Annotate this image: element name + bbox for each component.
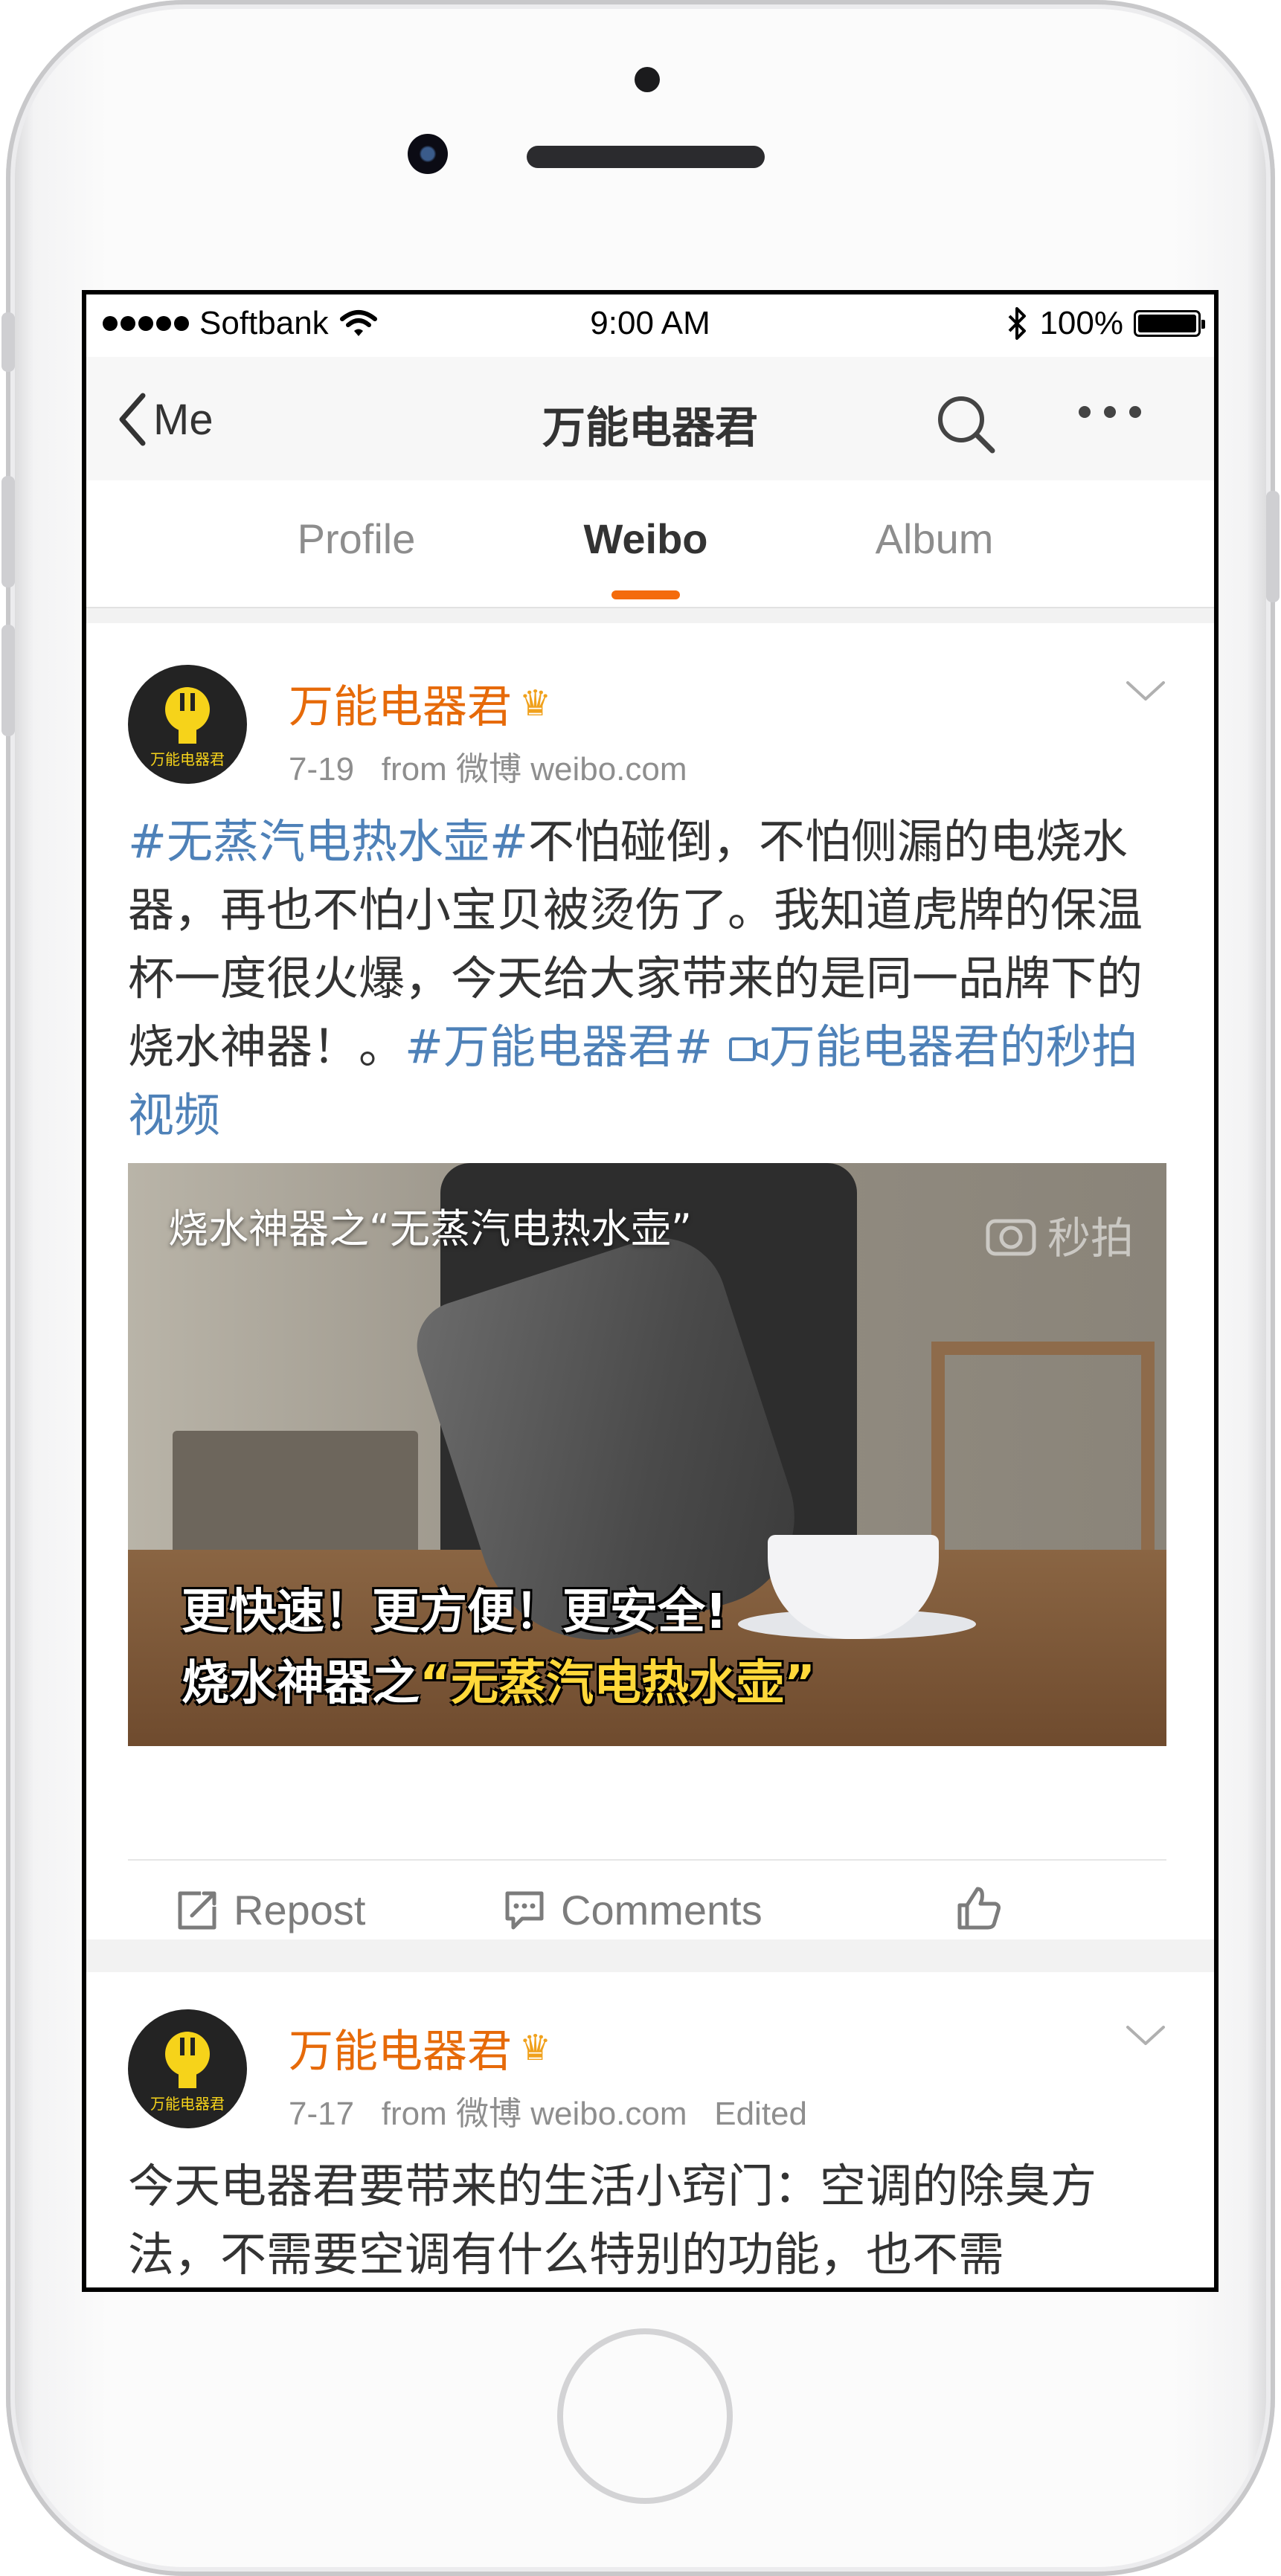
post-author[interactable]: 万能电器君 ♛ — [289, 2015, 551, 2080]
profile-tabs: Profile Weibo Album — [86, 480, 1214, 608]
feed-post[interactable]: 万能电器君 万能电器君 ♛ 7-17 from 微博 weibo.com Edi… — [86, 1972, 1214, 2287]
comments-button[interactable]: Comments — [503, 1886, 762, 1934]
post-edited: Edited — [714, 2096, 807, 2132]
post-meta: 7-19 from 微博 weibo.com — [289, 742, 687, 790]
front-camera — [408, 134, 448, 174]
navigation-bar: Me 万能电器君 — [86, 357, 1214, 482]
post-source: from 微博 weibo.com — [381, 2096, 687, 2132]
feed-post[interactable]: 万能电器君 万能电器君 ♛ 7-19 from 微博 weibo.com #无蒸… — [86, 623, 1214, 1939]
battery-percent: 100% — [1039, 305, 1123, 341]
avatar[interactable]: 万能电器君 — [128, 2009, 247, 2128]
post-meta: 7-17 from 微博 weibo.com Edited — [289, 2087, 807, 2134]
video-caption-line1: 更快速！更方便！更安全! — [182, 1585, 728, 1640]
tab-album[interactable]: Album — [876, 515, 994, 563]
tab-weibo[interactable]: Weibo — [584, 515, 708, 563]
svg-text:万能电器君: 万能电器君 — [150, 750, 225, 768]
feed-separator — [86, 1939, 1214, 1972]
post-text: #无蒸汽电热水壶#不怕碰倒，不怕侧漏的电烧水器，再也不怕小宝贝被烫伤了。我知道虎… — [128, 808, 1177, 1150]
post-menu-button[interactable] — [1125, 680, 1166, 705]
post-date: 7-19 — [289, 751, 355, 788]
video-caption-highlight: “无蒸汽电热水壶” — [420, 1656, 816, 1711]
like-button[interactable] — [955, 1886, 1003, 1931]
page-title: 万能电器君 — [542, 402, 758, 453]
post-date: 7-17 — [289, 2096, 355, 2132]
comments-label: Comments — [561, 1887, 762, 1933]
battery-icon — [1134, 310, 1205, 337]
chevron-down-icon — [1126, 2026, 1165, 2045]
lightbulb-plug-icon: 万能电器君 — [150, 687, 225, 768]
repost-button[interactable]: Repost — [176, 1886, 365, 1934]
active-tab-indicator — [611, 590, 680, 599]
video-thumbnail[interactable]: 烧水神器之“无蒸汽电热水壶” 秒拍 更快速！更方便！更安全! 烧水神器之“无蒸汽… — [128, 1163, 1166, 1746]
volume-down-button — [1, 625, 15, 736]
earpiece-speaker — [527, 146, 765, 168]
phone-frame: Softbank 9:00 AM 100% Me 万能电器君 Profile W… — [1, 0, 1280, 2576]
hashtag-link[interactable]: #无蒸汽电热水壶# — [128, 814, 528, 869]
volume-up-button — [1, 476, 15, 587]
video-caption-line2: 烧水神器之“无蒸汽电热水壶” — [182, 1648, 815, 1719]
feed-separator — [86, 608, 1214, 623]
search-icon — [938, 396, 995, 454]
repost-icon — [178, 1891, 216, 1929]
camera-icon — [986, 1219, 1036, 1256]
video-link-icon — [728, 1037, 768, 1061]
post-author-name: 万能电器君 — [289, 2026, 512, 2078]
comment-icon — [505, 1891, 544, 1929]
post-text: 今天电器君要带来的生活小窍门：空调的除臭方法，不需要空调有什么特别的功能，也不需 — [128, 2159, 1097, 2282]
proximity-sensor — [635, 67, 660, 92]
screen: Softbank 9:00 AM 100% Me 万能电器君 Profile W… — [82, 290, 1219, 2292]
repost-label: Repost — [234, 1887, 366, 1933]
video-caption: 更快速！更方便！更安全! 烧水神器之“无蒸汽电热水壶” — [182, 1577, 815, 1719]
post-menu-button[interactable] — [1125, 2024, 1166, 2049]
status-bar: Softbank 9:00 AM 100% — [86, 294, 1214, 357]
chevron-down-icon — [1126, 681, 1165, 701]
hashtag-link[interactable]: #万能电器君# — [405, 1020, 713, 1074]
home-button[interactable] — [557, 2328, 733, 2504]
post-author-name: 万能电器君 — [289, 681, 512, 733]
crown-badge-icon: ♛ — [519, 2026, 552, 2069]
power-button — [1266, 491, 1280, 602]
more-button[interactable] — [1076, 403, 1144, 424]
bluetooth-icon — [1009, 307, 1027, 340]
more-icon — [1079, 406, 1141, 418]
tab-profile[interactable]: Profile — [298, 515, 416, 563]
svg-text:万能电器君: 万能电器君 — [150, 2095, 225, 2113]
watermark-text: 秒拍 — [1047, 1213, 1134, 1263]
avatar[interactable]: 万能电器君 — [128, 665, 247, 784]
mute-switch — [1, 312, 15, 372]
lightbulb-plug-icon: 万能电器君 — [150, 2032, 225, 2113]
search-button[interactable] — [934, 393, 997, 458]
video-caption-prefix: 烧水神器之 — [182, 1656, 420, 1711]
post-source: from 微博 weibo.com — [381, 751, 687, 788]
video-title: 烧水神器之“无蒸汽电热水壶” — [168, 1205, 692, 1252]
video-watermark: 秒拍 — [985, 1203, 1134, 1266]
video-scene-chair — [931, 1342, 1155, 1565]
post-author[interactable]: 万能电器君 ♛ — [289, 671, 551, 735]
video-scene-basket — [173, 1431, 418, 1557]
crown-badge-icon: ♛ — [519, 682, 552, 724]
thumbs-up-icon — [957, 1887, 1001, 1930]
